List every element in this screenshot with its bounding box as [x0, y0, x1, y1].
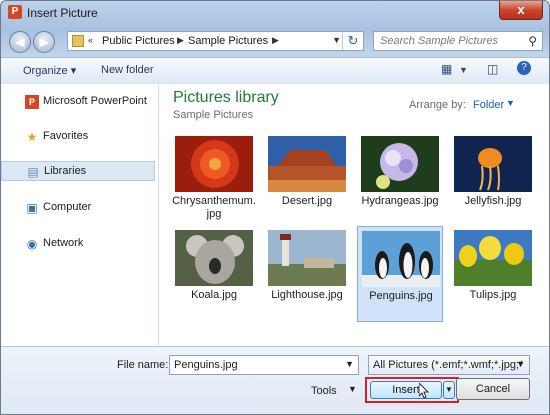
view-options-icon[interactable]: ▦ [441, 62, 452, 76]
tools-button[interactable]: Tools [311, 385, 337, 397]
insert-dropdown-button[interactable]: ▼ [443, 381, 455, 399]
dialog-footer: File name: Penguins.jpg ▼ All Pictures (… [1, 346, 549, 414]
chevron-down-icon[interactable]: ▼ [345, 359, 354, 369]
lighthouse-thumbnail [268, 230, 346, 286]
chevron-right-icon[interactable]: ▶ [272, 35, 279, 46]
star-icon: ★ [26, 130, 38, 144]
organize-label: Organize [23, 65, 68, 77]
powerpoint-icon: P [25, 95, 39, 109]
breadcrumb-sample-pictures[interactable]: Sample Pictures [188, 35, 268, 47]
file-name-field[interactable]: Penguins.jpg ▼ [169, 355, 359, 375]
cancel-button[interactable]: Cancel [456, 378, 530, 400]
folder-icon [72, 35, 84, 47]
address-overflow-icon[interactable]: « [88, 35, 93, 45]
file-name-label: Lighthouse.jpg [271, 289, 343, 301]
file-name-field-label: File name: [117, 359, 169, 371]
nav-item-favorites[interactable]: ★ Favorites [1, 127, 155, 147]
file-name-label: Desert.jpg [281, 195, 333, 207]
file-item-koala[interactable]: Koala.jpg [171, 226, 257, 322]
file-name-label: Penguins.jpg [369, 290, 433, 302]
navigation-bar: ◀ ▶ « Public Pictures ▶ Sample Pictures … [1, 27, 549, 55]
address-dropdown-icon[interactable]: ▼ [332, 35, 341, 45]
file-name-value: Penguins.jpg [174, 359, 238, 371]
file-item-chrysanthemum[interactable]: Chrysanthemum. jpg [171, 132, 257, 228]
new-folder-button[interactable]: New folder [101, 64, 154, 76]
search-icon[interactable]: ⚲ [528, 34, 537, 48]
koala-thumbnail [175, 230, 253, 286]
refresh-button[interactable]: ↻ [342, 32, 363, 50]
file-item-hydrangeas[interactable]: Hydrangeas.jpg [357, 132, 443, 228]
nav-item-microsoft-powerpoint[interactable]: P Microsoft PowerPoint [1, 92, 155, 112]
file-name-label: Tulips.jpg [469, 289, 517, 301]
window-title: Insert Picture [27, 6, 98, 20]
organize-button[interactable]: Organize ▾ [23, 64, 76, 77]
file-type-select[interactable]: All Pictures (*.emf;*.wmf;*.jpg;* ▼ [368, 355, 530, 375]
file-item-desert[interactable]: Desert.jpg [264, 132, 350, 228]
search-input[interactable]: Search Sample Pictures ⚲ [373, 31, 543, 51]
hydrangeas-thumbnail [361, 136, 439, 192]
file-name-label: Jellyfish.jpg [464, 195, 522, 207]
title-bar: P Insert Picture x [1, 1, 549, 25]
computer-icon: ▣ [26, 201, 38, 215]
jellyfish-thumbnail [454, 136, 532, 192]
nav-item-libraries[interactable]: ▤ Libraries [1, 161, 155, 181]
file-type-value: All Pictures (*.emf;*.wmf;*.jpg;* [373, 359, 524, 371]
file-item-tulips[interactable]: Tulips.jpg [450, 226, 536, 322]
insert-picture-dialog: P Insert Picture x ◀ ▶ « Public Pictures… [0, 0, 550, 415]
desert-thumbnail [268, 136, 346, 192]
arrange-by-label: Arrange by: [409, 99, 466, 111]
forward-button[interactable]: ▶ [33, 31, 55, 53]
network-icon: ◉ [26, 237, 38, 251]
file-name-label: Koala.jpg [191, 289, 237, 301]
close-button[interactable]: x [499, 1, 543, 20]
breadcrumb-public-pictures[interactable]: Public Pictures [102, 35, 175, 47]
chevron-down-icon[interactable]: ▼ [506, 98, 515, 108]
powerpoint-app-icon: P [8, 5, 22, 19]
back-button[interactable]: ◀ [9, 31, 31, 53]
navigation-pane: P Microsoft PowerPoint ★ Favorites ▤ Lib… [1, 84, 159, 346]
nav-item-label: Computer [43, 201, 92, 213]
tulips-thumbnail [454, 230, 532, 286]
file-name-label: Chrysanthemum. jpg [172, 195, 256, 220]
nav-item-network[interactable]: ◉ Network [1, 234, 155, 254]
file-item-lighthouse[interactable]: Lighthouse.jpg [264, 226, 350, 322]
view-dropdown-icon[interactable]: ▼ [459, 65, 468, 75]
insert-highlight-box: Insert ▼ [365, 377, 459, 403]
nav-item-label: Favorites [43, 130, 89, 142]
preview-pane-icon[interactable]: ◫ [487, 62, 498, 76]
penguins-thumbnail [362, 231, 440, 287]
help-icon[interactable]: ? [517, 61, 531, 75]
libraries-icon: ▤ [27, 165, 39, 179]
library-title: Pictures library [173, 89, 279, 106]
arrange-by-dropdown[interactable]: Folder [473, 99, 504, 111]
command-toolbar: Organize ▾ New folder ▦ ▼ ◫ ? [1, 57, 549, 85]
content-area: P Microsoft PowerPoint ★ Favorites ▤ Lib… [1, 84, 549, 346]
library-subtitle: Sample Pictures [173, 109, 254, 121]
nav-item-label: Microsoft PowerPoint [43, 95, 147, 107]
chevron-down-icon[interactable]: ▼ [348, 384, 357, 394]
nav-item-computer[interactable]: ▣ Computer [1, 198, 155, 218]
chevron-right-icon[interactable]: ▶ [177, 35, 184, 46]
mouse-pointer-icon [419, 383, 429, 399]
search-placeholder: Search Sample Pictures [380, 35, 498, 47]
insert-button[interactable]: Insert [370, 381, 442, 399]
chrysanthemum-thumbnail [175, 136, 253, 192]
address-bar[interactable]: « Public Pictures ▶ Sample Pictures ▶ ▼ … [67, 31, 364, 51]
file-item-jellyfish[interactable]: Jellyfish.jpg [450, 132, 536, 228]
nav-item-label: Libraries [44, 165, 87, 177]
file-item-penguins[interactable]: Penguins.jpg [357, 226, 443, 322]
nav-item-label: Network [43, 237, 84, 249]
file-name-label: Hydrangeas.jpg [361, 195, 439, 207]
chevron-down-icon[interactable]: ▼ [516, 359, 525, 369]
